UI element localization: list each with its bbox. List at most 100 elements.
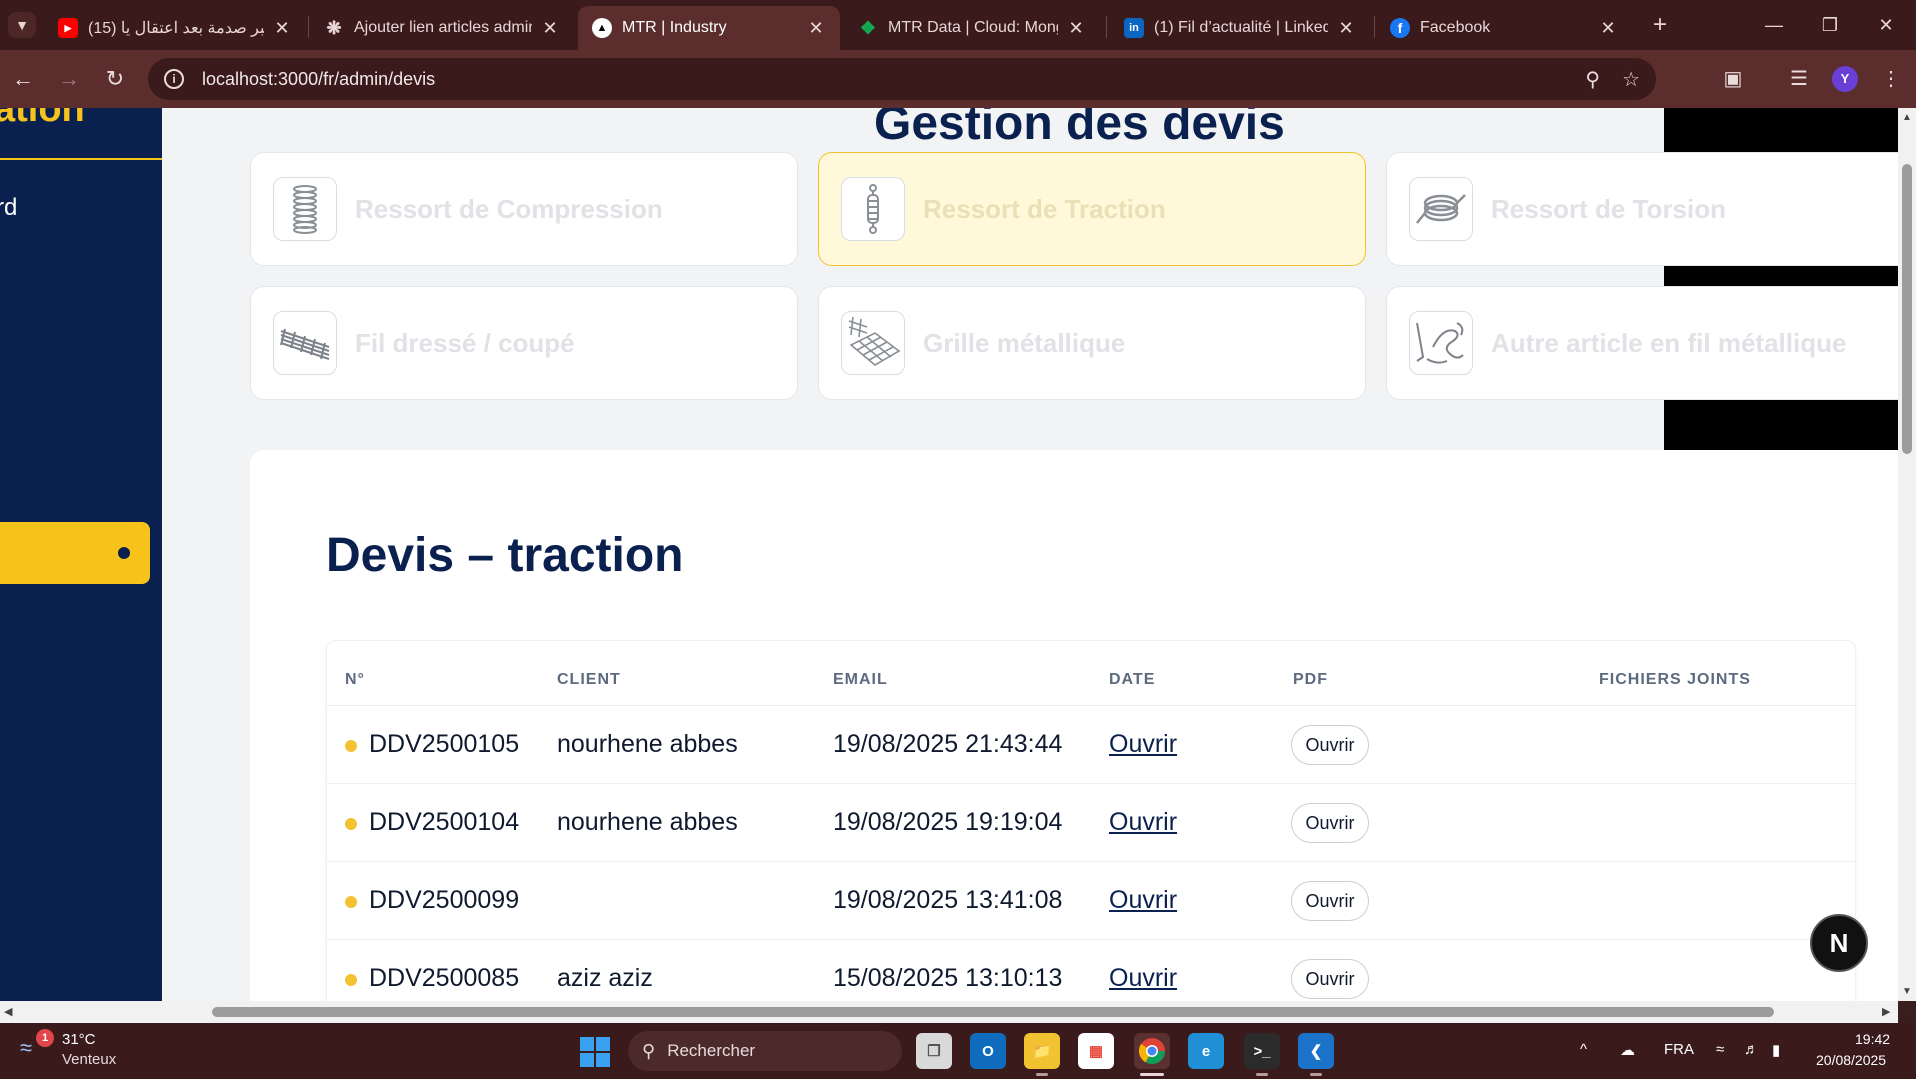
scroll-down-arrow-icon[interactable]: ▼ (1901, 986, 1913, 997)
quote-number: DDV2500099 (369, 886, 520, 914)
quote-datetime: 15/08/2025 13:10:13 (833, 964, 1063, 992)
bookmark-star-icon[interactable]: ☆ (1622, 67, 1640, 92)
close-tab-icon[interactable]: ✕ (540, 18, 560, 39)
openai-icon: ❋ (326, 17, 342, 38)
media-controls-icon[interactable]: ☰ (1784, 64, 1814, 94)
scrollbar-thumb[interactable] (212, 1007, 1774, 1017)
category-card-grille[interactable]: Grille métallique (818, 286, 1366, 400)
open-link[interactable]: Ouvrir (1109, 964, 1177, 993)
terminal-icon[interactable]: >_ (1244, 1033, 1280, 1069)
clock-date[interactable]: 20/08/2025 (1816, 1052, 1886, 1068)
horizontal-scrollbar[interactable]: ◀ ▶ (0, 1001, 1898, 1023)
facebook-icon: f (1390, 18, 1410, 38)
column-header-num[interactable]: N° (345, 671, 365, 689)
tab-mtr-industry[interactable]: ▲ MTR | Industry ✕ (578, 6, 840, 50)
outlook-icon[interactable]: O (970, 1033, 1006, 1069)
windows-start-icon[interactable] (580, 1037, 610, 1067)
microsoft-store-icon[interactable]: ▦ (1078, 1033, 1114, 1069)
category-card-compression[interactable]: Ressort de Compression (250, 152, 798, 266)
sidebar-item-active[interactable] (0, 522, 150, 584)
scroll-up-arrow-icon[interactable]: ▲ (1901, 112, 1913, 123)
column-header-date[interactable]: DATE (1109, 671, 1155, 689)
battery-icon[interactable]: ▮ (1772, 1041, 1780, 1059)
reload-button[interactable]: ↻ (100, 64, 130, 94)
open-pdf-button[interactable]: Ouvrir (1291, 959, 1369, 999)
search-icon: ⚲ (642, 1040, 656, 1061)
quote-number: DDV2500104 (369, 808, 520, 836)
wifi-icon[interactable]: ≈ (1716, 1041, 1724, 1058)
extensions-icon[interactable]: ▣ (1718, 64, 1748, 94)
back-button[interactable]: ← (8, 64, 38, 94)
close-tab-icon[interactable]: ✕ (272, 18, 292, 39)
show-hidden-icons[interactable]: ^ (1580, 1041, 1587, 1058)
tab-title: Ajouter lien articles admin (354, 19, 532, 36)
close-window-button[interactable]: ✕ (1856, 6, 1916, 44)
scrollbar-thumb[interactable] (1902, 164, 1912, 454)
category-card-torsion[interactable]: Ressort de Torsion (1386, 152, 1898, 266)
category-label: Autre article en fil métallique (1491, 327, 1847, 358)
tab-linkedin[interactable]: in (1) Fil d’actualité | LinkedIn ✕ (1110, 6, 1370, 50)
tab-mongodb[interactable]: ❖ MTR Data | Cloud: MongoDB ✕ (844, 6, 1100, 50)
minimize-button[interactable]: — (1744, 6, 1804, 44)
column-header-files[interactable]: FICHIERS JOINTS (1599, 671, 1751, 689)
edge-icon[interactable]: e (1188, 1033, 1224, 1069)
address-bar[interactable]: i localhost:3000/fr/admin/devis ⚲ ☆ (148, 58, 1656, 100)
quote-number: DDV2500085 (369, 964, 520, 992)
category-label: Ressort de Torsion (1491, 193, 1727, 224)
column-header-pdf[interactable]: PDF (1293, 671, 1328, 689)
zoom-icon[interactable]: ⚲ (1585, 67, 1600, 92)
category-card-fil-dresse[interactable]: Fil dressé / coupé (250, 286, 798, 400)
close-tab-icon[interactable]: ✕ (1066, 18, 1086, 39)
tab-search-button[interactable]: ▼ (8, 12, 36, 38)
close-tab-icon[interactable]: ✕ (806, 18, 826, 39)
tab-title: MTR | Industry (622, 19, 727, 36)
scroll-right-arrow-icon[interactable]: ▶ (1882, 1005, 1890, 1018)
cloud-offline-icon[interactable]: ☁ (1620, 1041, 1635, 1059)
open-pdf-button[interactable]: Ouvrir (1291, 881, 1369, 921)
open-link[interactable]: Ouvrir (1109, 730, 1177, 759)
quote-datetime: 19/08/2025 21:43:44 (833, 730, 1063, 758)
taskbar-search[interactable]: ⚲ Rechercher (628, 1031, 902, 1071)
restore-button[interactable]: ❐ (1800, 6, 1860, 44)
weather-description[interactable]: Venteux (62, 1051, 116, 1068)
column-header-client[interactable]: CLIENT (557, 671, 621, 689)
open-pdf-button[interactable]: Ouvrir (1291, 803, 1369, 843)
linkedin-icon: in (1124, 18, 1144, 38)
open-link[interactable]: Ouvrir (1109, 886, 1177, 915)
page-viewport: ation rd Gestion des devis Ressort de Co… (0, 108, 1898, 1001)
weather-temperature[interactable]: 31°C (62, 1031, 96, 1048)
chrome-icon[interactable] (1134, 1033, 1170, 1069)
quote-number: DDV2500105 (369, 730, 520, 758)
table-row: DDV2500085 aziz aziz 15/08/2025 13:10:13… (327, 940, 1857, 1001)
scroll-left-arrow-icon[interactable]: ◀ (4, 1005, 12, 1018)
file-explorer-icon[interactable]: 📁 (1024, 1033, 1060, 1069)
profile-avatar[interactable]: Y (1832, 66, 1858, 92)
compression-spring-icon (273, 177, 337, 241)
close-tab-icon[interactable]: ✕ (1336, 18, 1356, 39)
vertical-scrollbar[interactable]: ▲ ▼ (1898, 108, 1916, 1001)
open-link[interactable]: Ouvrir (1109, 808, 1177, 837)
column-header-email[interactable]: EMAIL (833, 671, 888, 689)
close-tab-icon[interactable]: ✕ (1598, 18, 1618, 39)
clock-time[interactable]: 19:42 (1855, 1031, 1890, 1047)
url-text[interactable]: localhost:3000/fr/admin/devis (202, 69, 1563, 90)
task-view-icon[interactable]: ❐ (916, 1033, 952, 1069)
open-pdf-button[interactable]: Ouvrir (1291, 725, 1369, 765)
nextjs-dev-badge[interactable]: N (1810, 914, 1868, 972)
site-info-icon[interactable]: i (164, 69, 184, 89)
category-card-autre[interactable]: Autre article en fil métallique (1386, 286, 1898, 400)
tab-facebook[interactable]: f Facebook ✕ (1376, 6, 1632, 50)
category-card-traction[interactable]: Ressort de Traction (818, 152, 1366, 266)
input-language[interactable]: FRA (1664, 1041, 1694, 1058)
sidebar-item-dashboard[interactable]: rd (0, 194, 17, 222)
forward-button[interactable]: → (54, 64, 84, 94)
tab-youtube[interactable]: ▶ (15) اكبر صدمة بعد اعتقال يا ✕ (44, 6, 306, 50)
vscode-icon[interactable]: ❮ (1298, 1033, 1334, 1069)
status-dot (345, 974, 357, 986)
menu-kebab-icon[interactable]: ⋮ (1876, 64, 1906, 94)
volume-icon[interactable]: ♬ (1744, 1041, 1759, 1058)
new-tab-button[interactable]: + (1645, 10, 1675, 40)
cut-wire-icon (273, 311, 337, 375)
triangle-icon: ▲ (592, 18, 612, 38)
tab-chatgpt[interactable]: ❋ Ajouter lien articles admin ✕ (310, 6, 574, 50)
